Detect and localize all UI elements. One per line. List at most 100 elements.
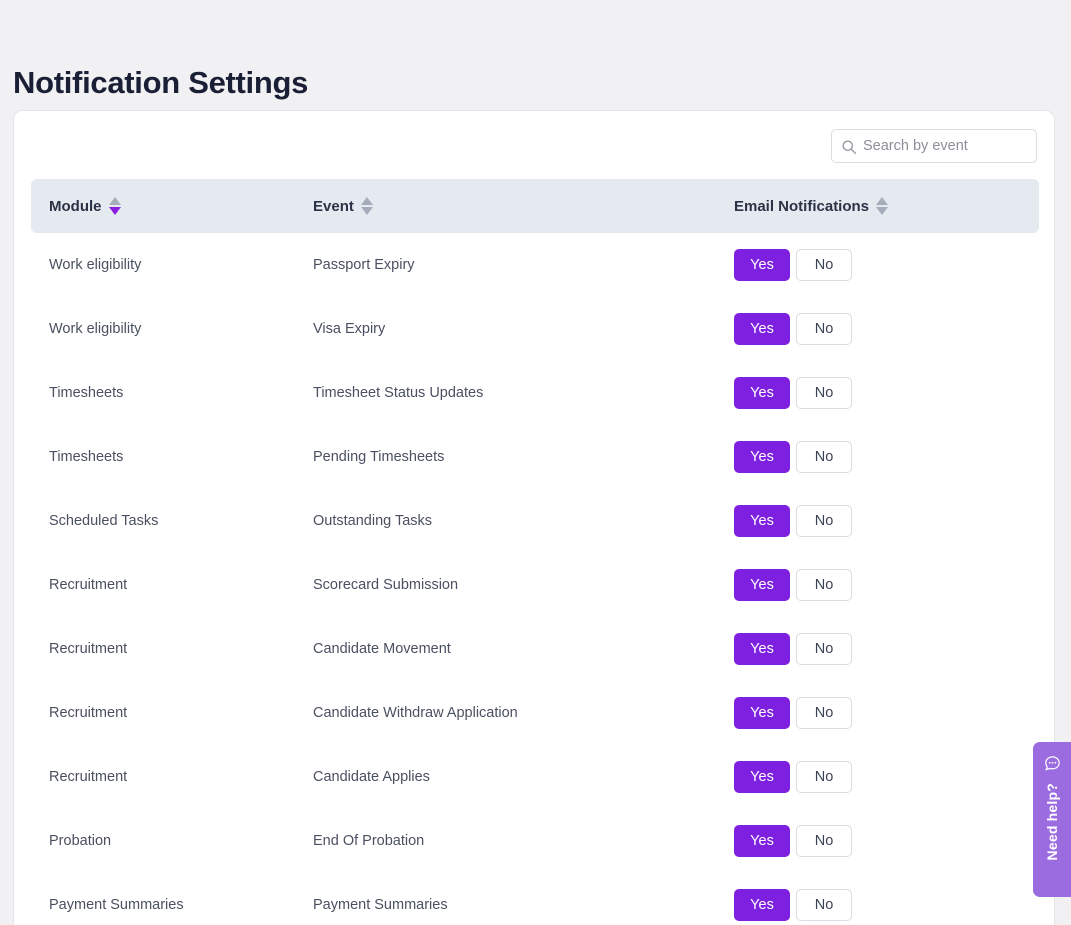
toggle-no-button[interactable]: No [796, 441, 852, 473]
email-notification-toggle: Yes No [734, 697, 852, 729]
cell-event: Scorecard Submission [313, 577, 459, 593]
table-row: Timesheets Pending Timesheets Yes No [31, 425, 1039, 489]
cell-email-notifications: Yes No [734, 313, 1034, 345]
email-notification-toggle: Yes No [734, 825, 852, 857]
email-notification-toggle: Yes No [734, 249, 852, 281]
column-header-email-notifications[interactable]: Email Notifications [734, 197, 1034, 215]
need-help-widget[interactable]: Need help? [1033, 742, 1071, 897]
email-notification-toggle: Yes No [734, 377, 852, 409]
toggle-yes-button[interactable]: Yes [734, 761, 790, 793]
toggle-no-button[interactable]: No [796, 313, 852, 345]
table-row: Recruitment Scorecard Submission Yes No [31, 553, 1039, 617]
toggle-no-button[interactable]: No [796, 505, 852, 537]
cell-email-notifications: Yes No [734, 249, 1034, 281]
toggle-no-button[interactable]: No [796, 633, 852, 665]
cell-email-notifications: Yes No [734, 505, 1034, 537]
toggle-no-button[interactable]: No [796, 377, 852, 409]
cell-event: Outstanding Tasks [313, 513, 433, 529]
toggle-no-button[interactable]: No [796, 249, 852, 281]
column-header-module-label: Module [49, 197, 102, 215]
toggle-yes-button[interactable]: Yes [734, 441, 790, 473]
cell-email-notifications: Yes No [734, 633, 1034, 665]
search-box[interactable] [831, 129, 1037, 163]
toggle-yes-button[interactable]: Yes [734, 889, 790, 921]
cell-module: Scheduled Tasks [49, 513, 159, 529]
settings-card: Module Event Email Notifications [13, 110, 1055, 925]
search-icon [841, 139, 857, 155]
cell-module: Work eligibility [49, 257, 142, 273]
cell-module: Work eligibility [49, 321, 142, 337]
table-row: Recruitment Candidate Applies Yes No [31, 745, 1039, 809]
table-body: Work eligibility Passport Expiry Yes No Work… [31, 233, 1039, 925]
sort-asc-arrow-icon [360, 197, 373, 205]
toggle-no-button[interactable]: No [796, 761, 852, 793]
column-header-email-notifications-label: Email Notifications [734, 197, 870, 215]
cell-event: Timesheet Status Updates [313, 385, 484, 401]
cell-module: Probation [49, 833, 112, 849]
email-notification-toggle: Yes No [734, 889, 852, 921]
need-help-label: Need help? [1044, 783, 1060, 861]
cell-module: Recruitment [49, 705, 128, 721]
toggle-yes-button[interactable]: Yes [734, 633, 790, 665]
toggle-no-button[interactable]: No [796, 697, 852, 729]
table-row: Work eligibility Passport Expiry Yes No [31, 233, 1039, 297]
table-row: Payment Summaries Payment Summaries Yes No [31, 873, 1039, 925]
email-notification-toggle: Yes No [734, 633, 852, 665]
table-row: Scheduled Tasks Outstanding Tasks Yes No [31, 489, 1039, 553]
cell-module: Recruitment [49, 769, 128, 785]
sort-arrows-icon-module[interactable] [108, 197, 121, 215]
cell-email-notifications: Yes No [734, 441, 1034, 473]
email-notification-toggle: Yes No [734, 569, 852, 601]
cell-event: End Of Probation [313, 833, 425, 849]
toggle-no-button[interactable]: No [796, 825, 852, 857]
toggle-yes-button[interactable]: Yes [734, 505, 790, 537]
toggle-yes-button[interactable]: Yes [734, 697, 790, 729]
search-row [831, 129, 1037, 163]
cell-event: Passport Expiry [313, 257, 415, 273]
cell-module: Recruitment [49, 641, 128, 657]
toggle-yes-button[interactable]: Yes [734, 313, 790, 345]
cell-module: Timesheets [49, 385, 124, 401]
toggle-no-button[interactable]: No [796, 889, 852, 921]
page-title: Notification Settings [13, 64, 309, 100]
sort-desc-arrow-icon [360, 207, 373, 215]
cell-module: Recruitment [49, 577, 128, 593]
notifications-table: Module Event Email Notifications Work el… [31, 179, 1039, 925]
table-row: Probation End Of Probation Yes No [31, 809, 1039, 873]
cell-module: Timesheets [49, 449, 124, 465]
table-row: Recruitment Candidate Movement Yes No [31, 617, 1039, 681]
cell-email-notifications: Yes No [734, 889, 1034, 921]
cell-email-notifications: Yes No [734, 697, 1034, 729]
cell-event: Payment Summaries [313, 897, 448, 913]
cell-email-notifications: Yes No [734, 569, 1034, 601]
cell-event: Candidate Applies [313, 769, 430, 785]
cell-email-notifications: Yes No [734, 377, 1034, 409]
table-header-row: Module Event Email Notifications [31, 179, 1039, 233]
sort-asc-arrow-icon [108, 197, 121, 205]
chat-bubble-dots-icon [1043, 754, 1062, 773]
toggle-yes-button[interactable]: Yes [734, 249, 790, 281]
sort-arrows-icon-email[interactable] [876, 197, 889, 215]
email-notification-toggle: Yes No [734, 761, 852, 793]
email-notification-toggle: Yes No [734, 313, 852, 345]
table-row: Timesheets Timesheet Status Updates Yes No [31, 361, 1039, 425]
cell-module: Payment Summaries [49, 897, 184, 913]
notification-settings-page: Notification Settings Module [0, 0, 1071, 925]
cell-email-notifications: Yes No [734, 825, 1034, 857]
sort-desc-arrow-icon [108, 207, 121, 215]
toggle-no-button[interactable]: No [796, 569, 852, 601]
cell-event: Pending Timesheets [313, 449, 445, 465]
table-row: Work eligibility Visa Expiry Yes No [31, 297, 1039, 361]
cell-event: Visa Expiry [313, 321, 386, 337]
toggle-yes-button[interactable]: Yes [734, 569, 790, 601]
sort-desc-arrow-icon [876, 207, 889, 215]
toggle-yes-button[interactable]: Yes [734, 825, 790, 857]
column-header-module[interactable]: Module [31, 197, 313, 215]
search-input[interactable] [863, 138, 1028, 154]
email-notification-toggle: Yes No [734, 505, 852, 537]
table-row: Recruitment Candidate Withdraw Applicatio… [31, 681, 1039, 745]
column-header-event[interactable]: Event [313, 197, 734, 215]
sort-arrows-icon-event[interactable] [360, 197, 373, 215]
toggle-yes-button[interactable]: Yes [734, 377, 790, 409]
cell-event: Candidate Movement [313, 641, 451, 657]
